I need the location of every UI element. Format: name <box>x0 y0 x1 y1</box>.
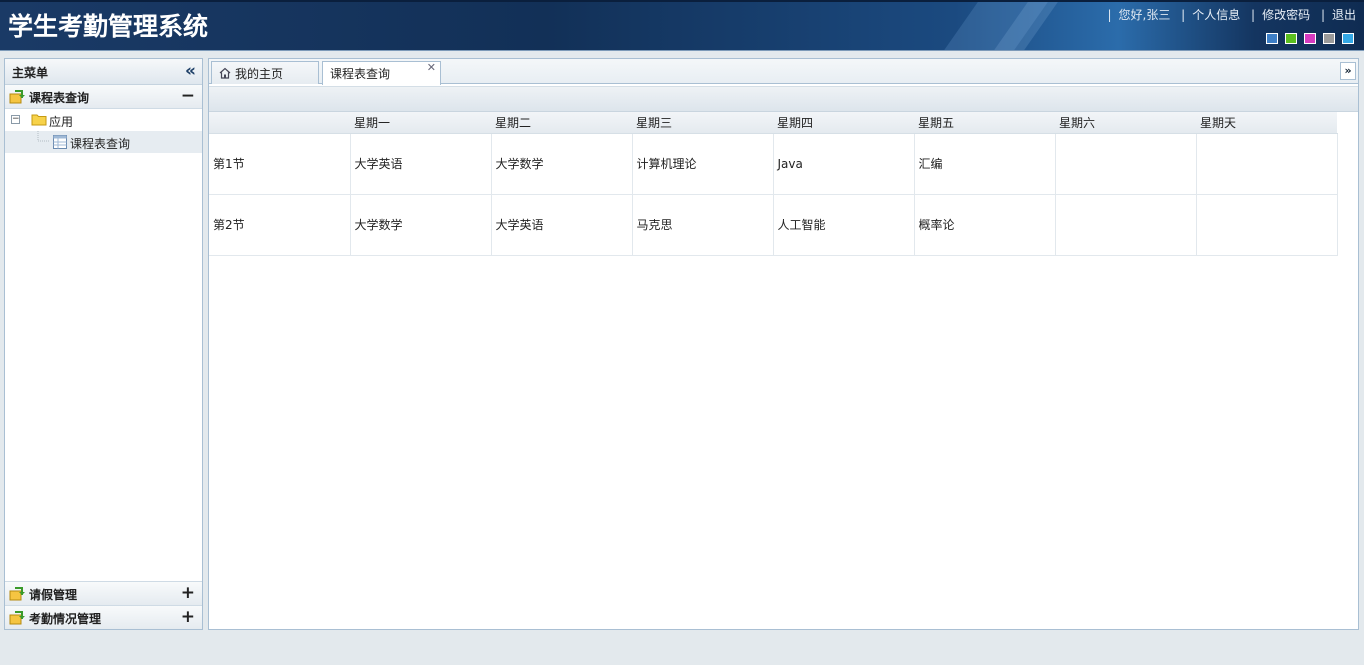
schedule-table: 星期一 星期二 星期三 星期四 星期五 星期六 星期天 第1节 大学英语 大学数… <box>209 112 1338 256</box>
column-header: 星期二 <box>491 112 632 134</box>
change-password-link[interactable]: 修改密码 <box>1262 8 1310 22</box>
table-cell: 汇编 <box>914 133 1056 195</box>
table-cell: 大学英语 <box>491 194 633 256</box>
table-cell <box>1055 194 1197 256</box>
tab-schedule-label: 课程表查询 <box>330 67 391 81</box>
column-header: 星期天 <box>1196 112 1337 134</box>
close-tab-icon[interactable]: ✕ <box>427 61 436 74</box>
tab-schedule[interactable]: 课程表查询 ✕ <box>322 61 441 85</box>
expand-icon[interactable]: + <box>181 583 195 603</box>
column-header <box>209 112 350 134</box>
theme-blue-swatch[interactable] <box>1266 33 1278 44</box>
toolbar <box>209 86 1358 112</box>
table-row[interactable]: 第2节 大学数学 大学英语 马克思 人工智能 概率论 <box>209 194 1338 256</box>
logout-link[interactable]: 退出 <box>1332 8 1356 22</box>
folder-icon <box>31 114 47 126</box>
table-icon <box>53 135 67 149</box>
tab-list-dropdown-icon[interactable]: » <box>1340 62 1356 80</box>
tree-connector <box>37 131 49 142</box>
sidebar-title: 主菜单 <box>12 66 49 80</box>
table-cell: 第1节 <box>209 133 351 195</box>
app-header: 学生考勤管理系统 | 您好,张三 | 个人信息 | 修改密码 | 退出 <box>0 0 1364 51</box>
theme-switcher <box>1266 33 1354 44</box>
table-cell: 马克思 <box>632 194 774 256</box>
column-header: 星期一 <box>350 112 491 134</box>
sidebar-panel: 主菜单 « 课程表查询 − − 应用 课程表查询 请假管理 + 考勤情况管理 + <box>4 58 203 630</box>
table-cell: 人工智能 <box>773 194 915 256</box>
theme-pink-swatch[interactable] <box>1304 33 1316 44</box>
column-header: 星期六 <box>1055 112 1196 134</box>
collapse-sidebar-icon[interactable]: « <box>185 61 196 81</box>
table-cell: 大学英语 <box>350 133 492 195</box>
module-icon <box>9 90 25 104</box>
greeting-text: 您好,张三 <box>1118 8 1171 22</box>
tab-home-label: 我的主页 <box>235 67 284 81</box>
table-cell: 大学数学 <box>491 133 633 195</box>
theme-green-swatch[interactable] <box>1285 33 1297 44</box>
table-cell: 概率论 <box>914 194 1056 256</box>
table-cell: Java <box>773 133 915 195</box>
tree-expand-icon[interactable]: − <box>11 115 20 124</box>
accordion-attendance-label: 考勤情况管理 <box>29 612 102 626</box>
sidebar-header: 主菜单 « <box>5 59 202 85</box>
module-icon <box>9 611 25 625</box>
top-links: | 您好,张三 | 个人信息 | 修改密码 | 退出 <box>1107 8 1356 22</box>
accordion-leave-label: 请假管理 <box>29 588 78 602</box>
home-icon <box>219 67 231 79</box>
tree-item-label: 课程表查询 <box>70 137 131 151</box>
table-cell: 计算机理论 <box>632 133 774 195</box>
column-header: 星期五 <box>914 112 1055 134</box>
tree-item-schedule[interactable]: 课程表查询 <box>5 131 202 153</box>
tree-folder-label: 应用 <box>49 115 74 129</box>
column-header: 星期三 <box>632 112 773 134</box>
table-cell <box>1196 133 1338 195</box>
table-header-row: 星期一 星期二 星期三 星期四 星期五 星期六 星期天 <box>209 112 1337 134</box>
expand-icon[interactable]: + <box>181 607 195 627</box>
accordion-schedule-header[interactable]: 课程表查询 − <box>5 85 202 109</box>
theme-cyan-swatch[interactable] <box>1342 33 1354 44</box>
accordion-attendance-header[interactable]: 考勤情况管理 + <box>5 605 202 629</box>
table-cell: 第2节 <box>209 194 351 256</box>
theme-gray-swatch[interactable] <box>1323 33 1335 44</box>
main-panel: 我的主页 课程表查询 ✕ » 星期一 星期二 星期三 星期四 星期五 星期六 星… <box>208 58 1359 630</box>
tab-home[interactable]: 我的主页 <box>211 61 319 84</box>
table-cell <box>1196 194 1338 256</box>
tab-bar: 我的主页 课程表查询 ✕ » <box>209 59 1358 85</box>
tree-folder-apps[interactable]: − 应用 <box>5 109 202 131</box>
table-cell <box>1055 133 1197 195</box>
table-cell: 大学数学 <box>350 194 492 256</box>
table-row[interactable]: 第1节 大学英语 大学数学 计算机理论 Java 汇编 <box>209 133 1338 195</box>
module-icon <box>9 587 25 601</box>
accordion-leave-header[interactable]: 请假管理 + <box>5 581 202 605</box>
column-header: 星期四 <box>773 112 914 134</box>
accordion-schedule-label: 课程表查询 <box>29 91 90 105</box>
collapse-icon[interactable]: − <box>181 86 195 106</box>
profile-link[interactable]: 个人信息 <box>1192 8 1240 22</box>
app-title: 学生考勤管理系统 <box>8 12 209 41</box>
